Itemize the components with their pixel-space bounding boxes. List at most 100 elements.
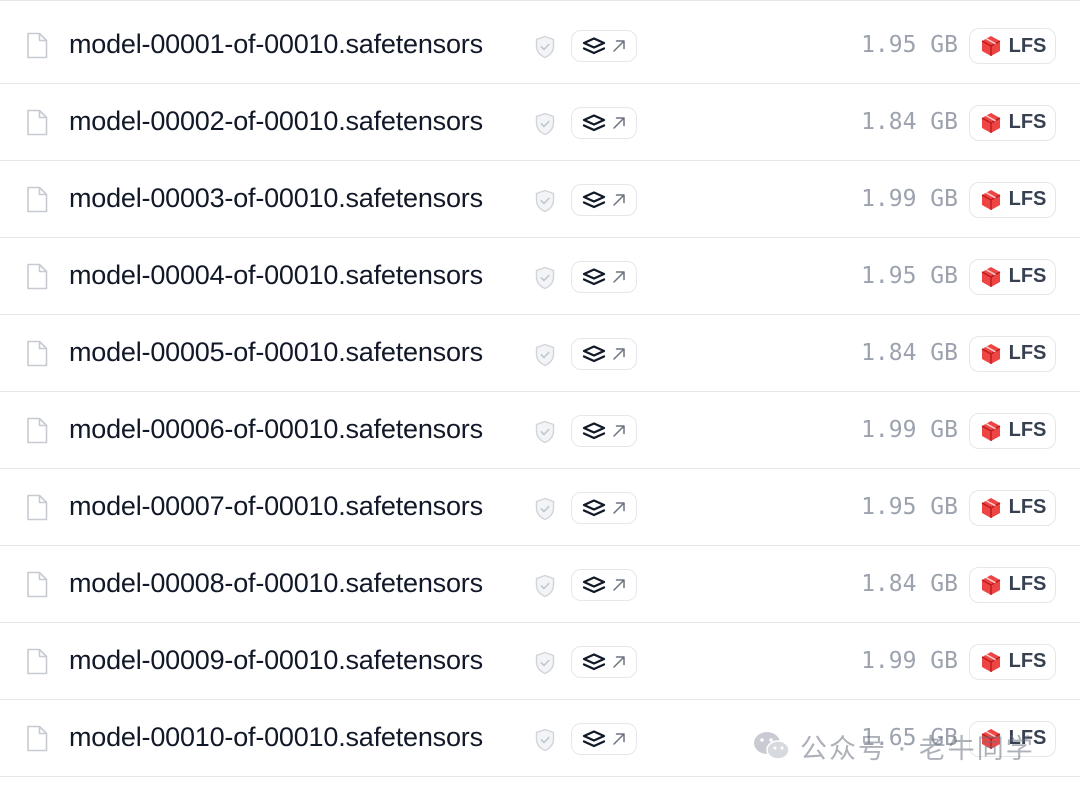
open-in-viewer-button[interactable] <box>571 30 637 62</box>
file-name-link[interactable]: model-00007-of-00010.safetensors <box>69 491 483 522</box>
file-name-link[interactable]: model-00004-of-00010.safetensors <box>69 260 483 291</box>
arrow-up-right-icon <box>612 40 625 52</box>
file-row[interactable]: model-00003-of-00010.safetensors 1.99 GB L… <box>0 161 1080 238</box>
file-name-link[interactable]: model-00009-of-00010.safetensors <box>69 645 483 676</box>
layers-icon <box>582 190 605 208</box>
arrow-up-right-icon <box>612 270 625 283</box>
lfs-badge[interactable]: LFS <box>969 104 1056 141</box>
file-size: 1.84 GB <box>861 339 958 366</box>
open-in-viewer-button[interactable] <box>571 414 637 447</box>
arrow-up-right-icon <box>612 655 625 668</box>
lfs-cube-icon <box>981 189 1000 210</box>
lfs-badge[interactable]: LFS <box>969 335 1056 372</box>
file-icon <box>27 725 48 751</box>
arrow-up-right-icon <box>612 578 625 591</box>
file-row[interactable]: model-00004-of-00010.safetensors 1.95 GB L… <box>0 238 1080 315</box>
lfs-label: LFS <box>1008 419 1047 441</box>
open-in-viewer-button[interactable] <box>571 260 637 293</box>
open-in-viewer-button[interactable] <box>571 337 637 370</box>
open-in-viewer-button[interactable] <box>571 106 637 139</box>
file-row[interactable]: model-00009-of-00010.safetensors 1.99 GB L… <box>0 623 1080 700</box>
lfs-badge[interactable]: LFS <box>969 28 1056 64</box>
lfs-label: LFS <box>1008 34 1047 57</box>
layers-icon <box>582 113 605 131</box>
shield-check-icon <box>535 574 555 597</box>
file-row[interactable]: model-00007-of-00010.safetensors 1.95 GB L… <box>0 469 1080 546</box>
file-size: 1.84 GB <box>861 570 958 597</box>
file-icon <box>27 648 48 674</box>
file-name-link[interactable]: model-00008-of-00010.safetensors <box>69 568 483 599</box>
layers-icon <box>582 344 605 362</box>
open-in-viewer-button[interactable] <box>571 722 637 755</box>
file-icon <box>27 494 48 520</box>
lfs-cube-icon <box>981 420 1000 441</box>
shield-check-icon <box>535 343 555 366</box>
shield-check-icon <box>535 112 555 135</box>
file-size: 1.84 GB <box>861 108 958 135</box>
shield-check-icon <box>535 266 555 289</box>
lfs-label: LFS <box>1008 342 1047 364</box>
file-row[interactable]: model-00010-of-00010.safetensors 1.65 GB L… <box>0 700 1080 777</box>
lfs-badge[interactable]: LFS <box>969 489 1056 526</box>
file-icon <box>27 263 48 289</box>
shield-check-icon <box>535 728 555 751</box>
lfs-badge[interactable]: LFS <box>969 643 1056 680</box>
file-size: 1.95 GB <box>861 262 958 289</box>
lfs-badge[interactable]: LFS <box>969 181 1056 218</box>
file-row[interactable]: model-00006-of-00010.safetensors 1.99 GB L… <box>0 392 1080 469</box>
lfs-cube-icon <box>981 36 1000 56</box>
layers-icon <box>582 37 605 55</box>
lfs-label: LFS <box>1008 265 1047 287</box>
file-name-link[interactable]: model-00002-of-00010.safetensors <box>69 106 483 137</box>
file-name-link[interactable]: model-00003-of-00010.safetensors <box>69 183 483 214</box>
open-in-viewer-button[interactable] <box>571 183 637 216</box>
file-size: 1.99 GB <box>861 416 958 443</box>
lfs-badge[interactable]: LFS <box>969 720 1056 757</box>
shield-check-icon <box>535 651 555 674</box>
file-row[interactable]: model-00005-of-00010.safetensors 1.84 GB L… <box>0 315 1080 392</box>
lfs-badge[interactable]: LFS <box>969 258 1056 295</box>
lfs-badge[interactable]: LFS <box>969 566 1056 603</box>
file-size: 1.95 GB <box>861 32 958 58</box>
file-size: 1.99 GB <box>861 647 958 674</box>
lfs-cube-icon <box>981 343 1000 364</box>
file-icon <box>27 417 48 443</box>
file-name-link[interactable]: model-00006-of-00010.safetensors <box>69 414 483 445</box>
file-icon <box>27 186 48 212</box>
file-row[interactable]: model-00002-of-00010.safetensors 1.84 GB L… <box>0 84 1080 161</box>
arrow-up-right-icon <box>612 116 625 129</box>
lfs-label: LFS <box>1008 650 1047 672</box>
shield-check-icon <box>535 35 555 59</box>
file-name-link[interactable]: model-00001-of-00010.safetensors <box>69 29 483 60</box>
file-size: 1.65 GB <box>861 724 958 751</box>
file-size: 1.95 GB <box>861 493 958 520</box>
arrow-up-right-icon <box>612 732 625 745</box>
layers-icon <box>582 421 605 439</box>
lfs-cube-icon <box>981 651 1000 672</box>
lfs-badge[interactable]: LFS <box>969 412 1056 449</box>
lfs-cube-icon <box>981 497 1000 518</box>
file-icon <box>27 32 48 59</box>
open-in-viewer-button[interactable] <box>571 645 637 678</box>
file-icon <box>27 109 48 135</box>
file-name-link[interactable]: model-00010-of-00010.safetensors <box>69 722 483 753</box>
arrow-up-right-icon <box>612 193 625 206</box>
open-in-viewer-button[interactable] <box>571 568 637 601</box>
layers-icon <box>582 267 605 285</box>
layers-icon <box>582 729 605 747</box>
file-row[interactable]: model-00001-of-00010.safetensors 1.95 GB L… <box>0 0 1080 84</box>
file-name-link[interactable]: model-00005-of-00010.safetensors <box>69 337 483 368</box>
file-list: model-00001-of-00010.safetensors 1.95 GB L… <box>0 0 1080 777</box>
shield-check-icon <box>535 189 555 212</box>
arrow-up-right-icon <box>612 347 625 360</box>
lfs-label: LFS <box>1008 111 1047 133</box>
lfs-cube-icon <box>981 728 1000 749</box>
open-in-viewer-button[interactable] <box>571 491 637 524</box>
file-row[interactable]: model-00008-of-00010.safetensors 1.84 GB L… <box>0 546 1080 623</box>
lfs-label: LFS <box>1008 496 1047 518</box>
layers-icon <box>582 575 605 593</box>
file-icon <box>27 571 48 597</box>
file-size: 1.99 GB <box>861 185 958 212</box>
file-icon <box>27 340 48 366</box>
arrow-up-right-icon <box>612 424 625 437</box>
